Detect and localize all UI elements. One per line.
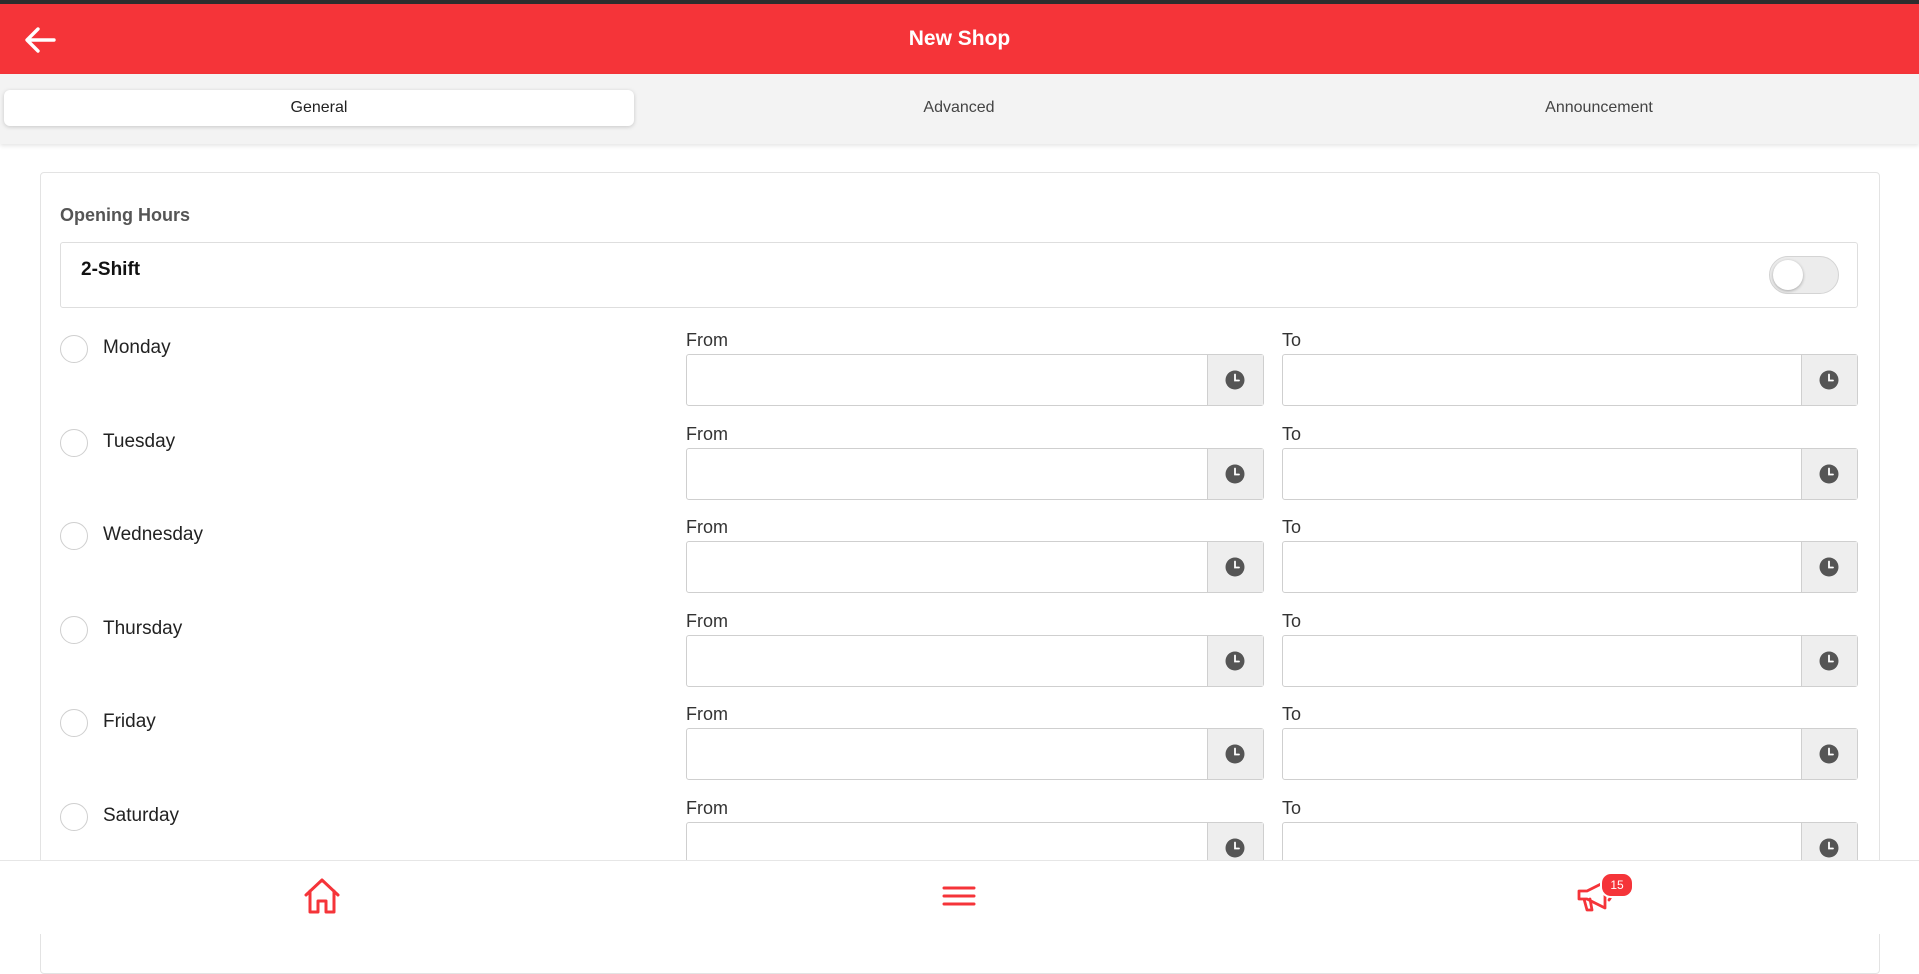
from-label: From [686,610,728,631]
two-shift-toggle[interactable] [1769,256,1839,294]
from-time-field [686,728,1264,780]
menu-icon [942,886,976,906]
from-clock-button[interactable] [1207,355,1263,405]
to-time-input[interactable] [1283,448,1801,499]
page-title: New Shop [908,27,1011,50]
day-radio[interactable] [60,522,88,550]
toggle-knob [1773,260,1803,290]
tab-announcement[interactable]: Announcement [1284,90,1914,126]
two-shift-label: 2-Shift [81,259,141,280]
to-label: To [1282,610,1302,631]
to-time-input[interactable] [1283,542,1801,592]
tab-bar: General Advanced Announcement [0,74,1919,144]
from-time-input[interactable] [687,355,1207,405]
clock-icon [1819,464,1839,483]
clock-icon [1819,370,1839,390]
day-label: Tuesday [103,430,176,452]
day-row: Thursday From To [60,611,1860,701]
from-label: From [686,423,728,444]
from-label: From [686,704,728,724]
notification-badge: 15 [1600,872,1634,898]
day-label: Saturday [103,804,180,826]
to-label: To [1282,704,1302,724]
day-row: Tuesday From To [60,424,1860,514]
bottom-nav [0,860,1919,934]
tab-general[interactable]: General [4,90,634,126]
two-shift-row: 2-Shift [60,242,1858,308]
to-time-field [1282,354,1858,406]
from-clock-button[interactable] [1207,448,1263,499]
from-label: From [686,330,728,350]
clock-icon [1225,838,1245,857]
to-clock-button[interactable] [1801,448,1857,499]
from-clock-button[interactable] [1207,635,1263,686]
day-label: Monday [103,337,171,358]
from-time-field [686,541,1264,593]
to-clock-button[interactable] [1801,635,1857,686]
day-radio[interactable] [60,709,88,737]
to-time-input[interactable] [1283,635,1801,686]
from-time-field [686,447,1264,500]
from-time-input[interactable] [687,448,1207,499]
tab-advanced[interactable]: Advanced [644,90,1274,126]
to-time-input[interactable] [1283,729,1801,779]
from-time-field [686,634,1264,687]
nav-home-button[interactable] [300,875,344,917]
day-radio[interactable] [60,802,88,831]
from-label: From [686,517,728,537]
clock-icon [1819,744,1839,764]
to-label: To [1282,517,1302,537]
day-radio[interactable] [60,615,88,644]
to-clock-button[interactable] [1801,542,1857,592]
to-label: To [1282,423,1302,444]
day-row: Monday From To [60,330,1860,420]
day-label: Wednesday [103,524,203,545]
app-bar: New Shop [0,4,1919,74]
to-label: To [1282,797,1302,818]
day-label: Friday [103,711,156,732]
from-time-field [686,354,1264,406]
home-icon [304,878,340,914]
to-label: To [1282,330,1302,350]
clock-icon [1819,557,1839,577]
to-time-input[interactable] [1283,355,1801,405]
from-label: From [686,797,728,818]
to-clock-button[interactable] [1801,729,1857,779]
from-clock-button[interactable] [1207,542,1263,592]
from-time-input[interactable] [687,635,1207,686]
section-title: Opening Hours [60,205,190,225]
day-radio[interactable] [60,335,88,363]
to-time-field [1282,728,1858,780]
clock-icon [1225,464,1245,483]
to-time-field [1282,447,1858,500]
nav-menu-button[interactable] [937,875,981,917]
clock-icon [1225,651,1245,670]
clock-icon [1225,557,1245,577]
day-row: Friday From To [60,704,1860,794]
clock-icon [1819,838,1839,857]
from-time-input[interactable] [687,542,1207,592]
clock-icon [1819,651,1839,670]
clock-icon [1225,370,1245,390]
to-time-field [1282,541,1858,593]
from-clock-button[interactable] [1207,729,1263,779]
day-label: Thursday [103,617,183,639]
day-radio[interactable] [60,428,88,457]
to-clock-button[interactable] [1801,355,1857,405]
day-row: Wednesday From To [60,517,1860,607]
clock-icon [1225,744,1245,764]
from-time-input[interactable] [687,729,1207,779]
to-time-field [1282,634,1858,687]
